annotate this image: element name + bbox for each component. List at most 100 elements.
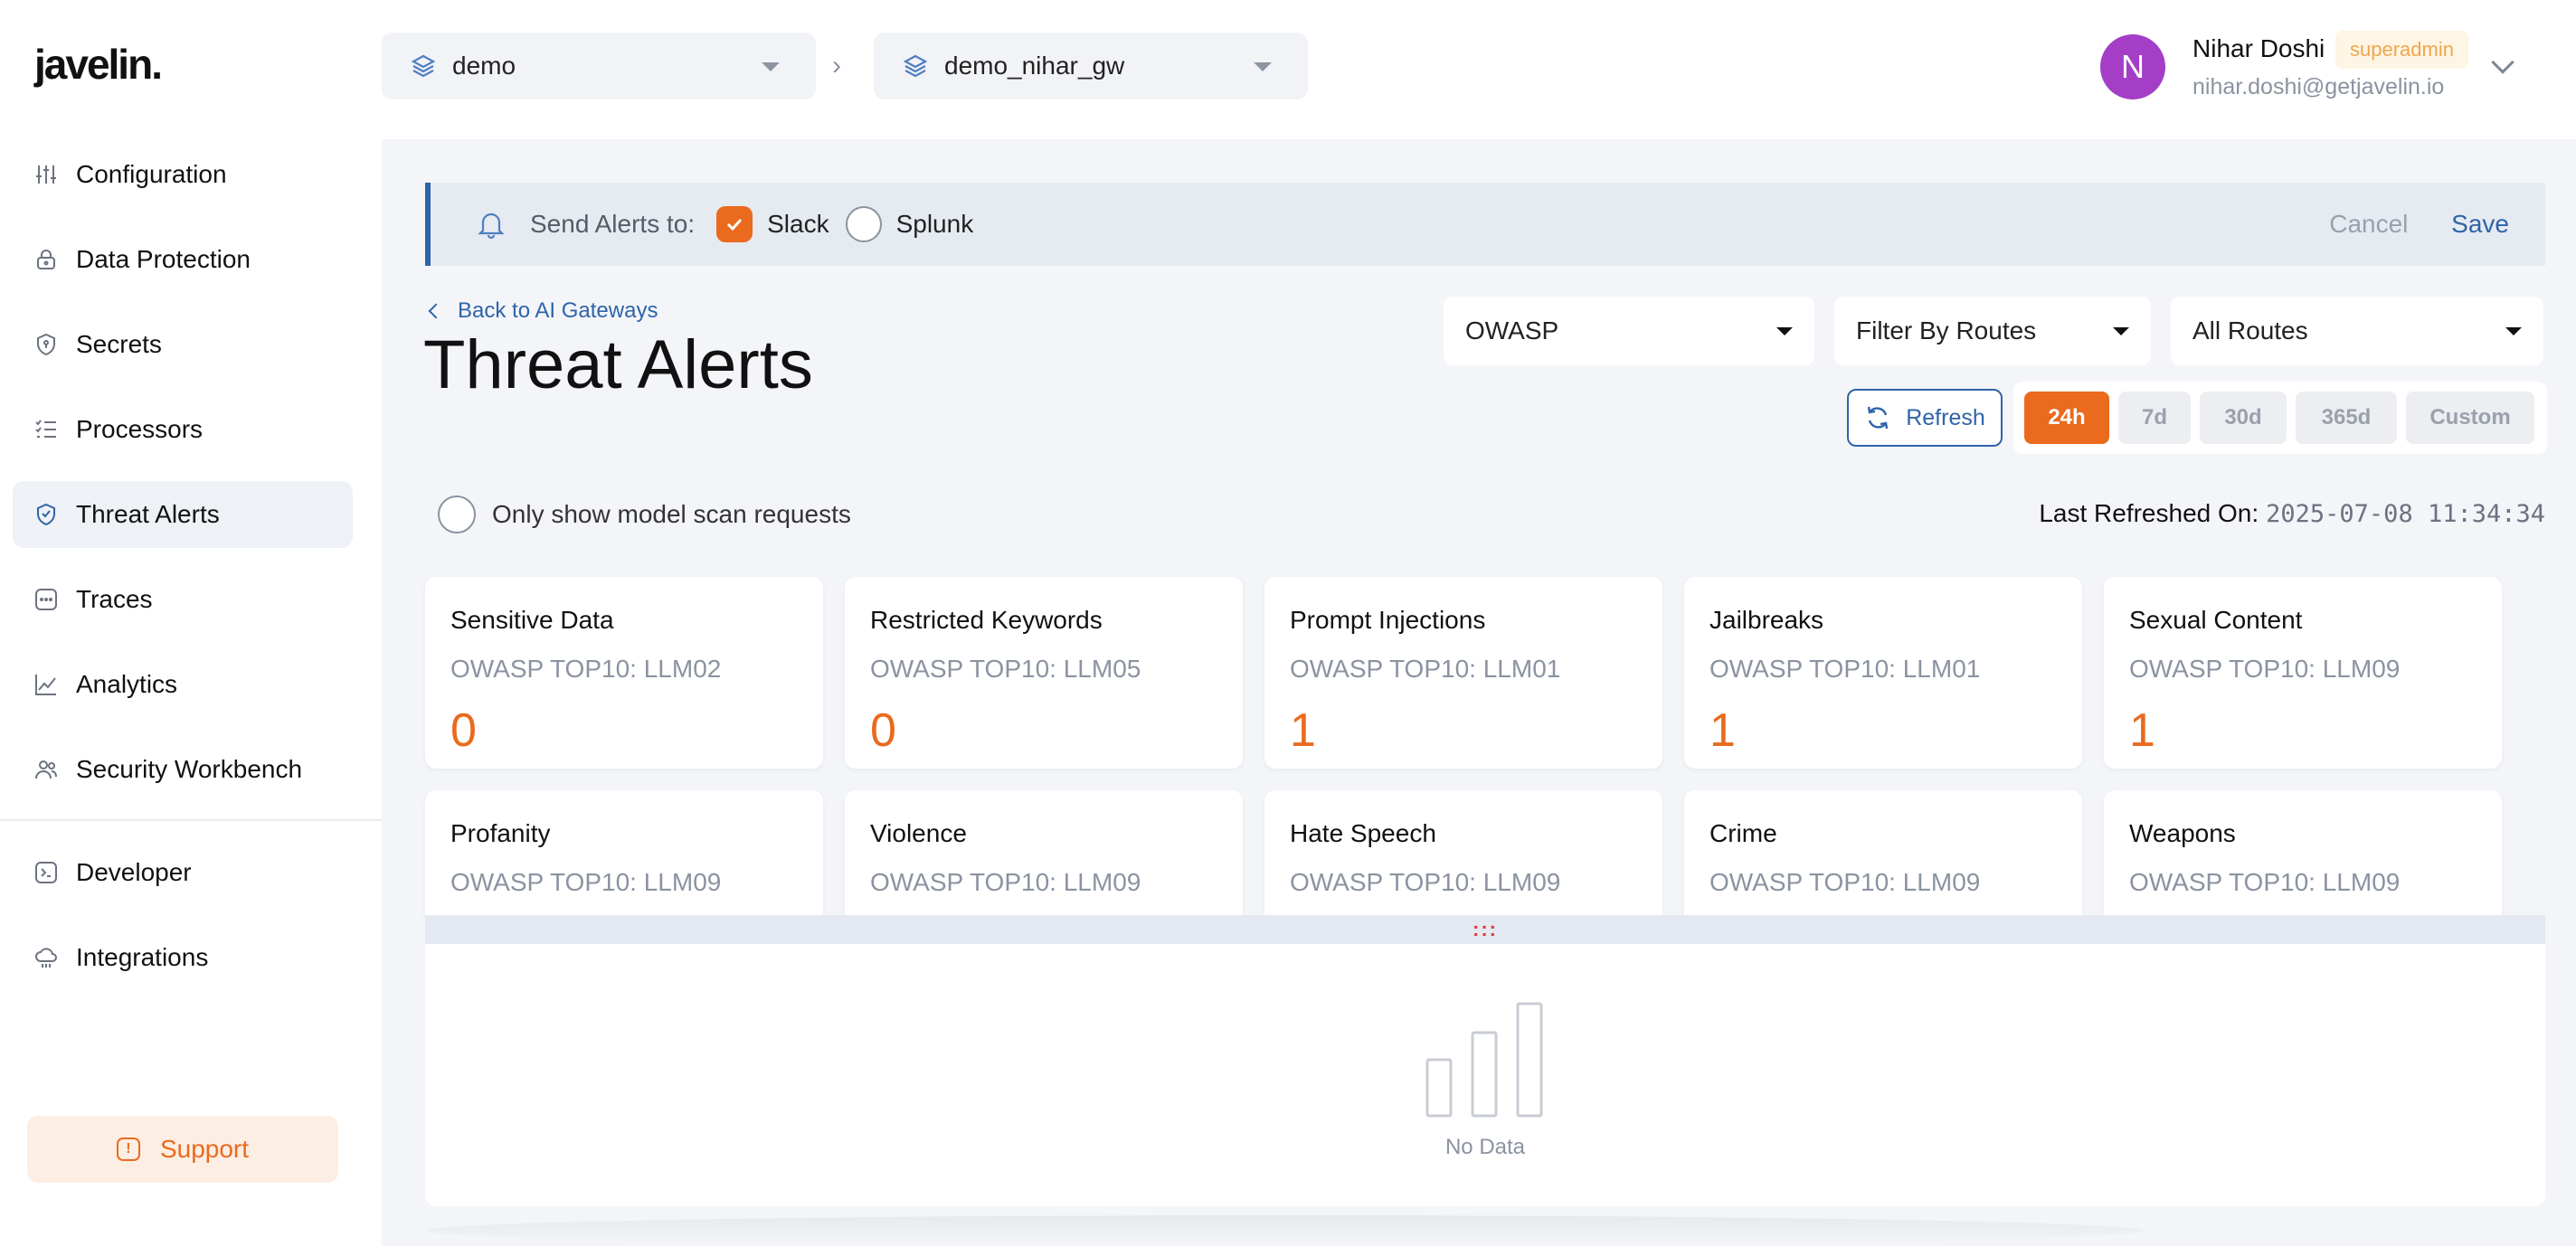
sidebar-item-secrets[interactable]: Secrets xyxy=(13,311,353,378)
banner-actions: Cancel Save xyxy=(2329,210,2509,239)
cloud-icon xyxy=(34,946,58,969)
filter-by-value: Filter By Routes xyxy=(1856,316,2037,345)
refresh-label: Refresh xyxy=(1906,404,1985,430)
sidebar-item-data-protection[interactable]: Data Protection xyxy=(13,226,353,293)
card-title: Profanity xyxy=(450,819,551,847)
support-button[interactable]: ! Support xyxy=(27,1116,338,1183)
gateway-selector[interactable]: demo_nihar_gw xyxy=(874,33,1308,99)
sidebar-item-analytics[interactable]: Analytics xyxy=(13,651,353,718)
sidebar-nav-secondary: Developer Integrations xyxy=(13,839,353,1009)
support-label: Support xyxy=(159,1135,250,1163)
range-custom-button[interactable]: Custom xyxy=(2406,392,2534,444)
sidebar-item-label: Data Protection xyxy=(76,245,251,273)
slack-checkbox[interactable] xyxy=(716,206,753,242)
stat-card-prompt-injections[interactable]: Prompt Injections OWASP TOP10: LLM01 1 xyxy=(1264,577,1662,769)
card-title: Sexual Content xyxy=(2129,606,2303,634)
chart-panel: No Data xyxy=(425,944,2545,1206)
card-count: 1 xyxy=(2129,704,2155,757)
cancel-button[interactable]: Cancel xyxy=(2329,210,2408,238)
sidebar-item-traces[interactable]: Traces xyxy=(13,566,353,633)
sidebar-item-processors[interactable]: Processors xyxy=(13,396,353,463)
bell-icon xyxy=(476,209,507,240)
chevron-right-icon: › xyxy=(832,51,841,80)
stat-card-profanity[interactable]: Profanity OWASP TOP10: LLM09 xyxy=(425,790,823,917)
lock-icon xyxy=(34,248,58,271)
sidebar-item-label: Processors xyxy=(76,415,204,443)
card-title: Violence xyxy=(870,819,967,847)
framework-dropdown[interactable]: OWASP xyxy=(1444,297,1814,365)
layers-icon xyxy=(903,53,928,79)
model-scan-toggle[interactable]: Only show model scan requests xyxy=(438,496,851,533)
last-refreshed: Last Refreshed On: 2025-07-08 11:34:34 xyxy=(2039,499,2545,528)
card-subtitle: OWASP TOP10: LLM09 xyxy=(2129,655,2401,683)
sidebar-item-label: Analytics xyxy=(76,670,178,698)
alerts-banner: Send Alerts to: Slack Splunk Cancel Save xyxy=(425,183,2545,266)
card-subtitle: OWASP TOP10: LLM02 xyxy=(450,655,722,683)
user-name: Nihar Doshi xyxy=(2192,34,2325,62)
refresh-button[interactable]: Refresh xyxy=(1847,389,2003,447)
splunk-checkbox[interactable] xyxy=(845,206,882,242)
sidebar-item-security-workbench[interactable]: Security Workbench xyxy=(13,736,353,803)
model-scan-checkbox[interactable] xyxy=(438,496,476,533)
avatar: N xyxy=(2100,34,2165,99)
chevron-down-icon xyxy=(762,62,780,71)
chevron-down-icon xyxy=(2505,327,2522,335)
role-badge: superadmin xyxy=(2335,31,2468,69)
line-chart-icon xyxy=(34,673,58,696)
range-30d-button[interactable]: 30d xyxy=(2200,392,2287,444)
routes-dropdown[interactable]: All Routes xyxy=(2171,297,2543,365)
last-refreshed-label: Last Refreshed On: xyxy=(2039,499,2259,527)
range-24h-button[interactable]: 24h xyxy=(2024,392,2109,444)
card-subtitle: OWASP TOP10: LLM09 xyxy=(1290,868,1561,896)
sidebar-item-label: Configuration xyxy=(76,160,227,188)
card-count: 1 xyxy=(1709,704,1736,757)
gateway-name: demo_nihar_gw xyxy=(944,52,1125,80)
range-7d-button[interactable]: 7d xyxy=(2118,392,2191,444)
sidebar-item-label: Integrations xyxy=(76,943,209,971)
time-range-group: 24h 7d 30d 365d Custom xyxy=(2013,382,2547,454)
stat-card-crime[interactable]: Crime OWASP TOP10: LLM09 xyxy=(1684,790,2082,917)
sidebar-item-configuration[interactable]: Configuration xyxy=(13,141,353,208)
sidebar-item-label: Developer xyxy=(76,858,192,886)
sidebar-item-developer[interactable]: Developer xyxy=(13,839,353,906)
sliders-icon xyxy=(34,163,58,186)
stat-card-jailbreaks[interactable]: Jailbreaks OWASP TOP10: LLM01 1 xyxy=(1684,577,2082,769)
card-subtitle: OWASP TOP10: LLM09 xyxy=(1709,868,1981,896)
save-button[interactable]: Save xyxy=(2451,210,2509,238)
back-link-label: Back to AI Gateways xyxy=(458,298,658,323)
sidebar-item-threat-alerts[interactable]: Threat Alerts xyxy=(13,481,353,548)
stat-card-violence[interactable]: Violence OWASP TOP10: LLM09 xyxy=(845,790,1243,917)
project-selector[interactable]: demo xyxy=(382,33,816,99)
card-title: Restricted Keywords xyxy=(870,606,1103,634)
topbar: demo › demo_nihar_gw N Nihar Doshi super… xyxy=(382,0,2576,139)
stat-card-sexual-content[interactable]: Sexual Content OWASP TOP10: LLM09 1 xyxy=(2104,577,2502,769)
chevron-down-icon xyxy=(2113,327,2129,335)
back-link[interactable]: Back to AI Gateways xyxy=(428,298,658,324)
card-subtitle: OWASP TOP10: LLM09 xyxy=(450,868,722,896)
send-alerts-label: Send Alerts to: xyxy=(530,210,696,238)
card-title: Prompt Injections xyxy=(1290,606,1486,634)
splunk-label: Splunk xyxy=(895,210,974,238)
stat-card-restricted-keywords[interactable]: Restricted Keywords OWASP TOP10: LLM05 0 xyxy=(845,577,1243,769)
chevron-down-icon[interactable] xyxy=(2491,51,2514,74)
sidebar: javelin. Configuration Data Protection S… xyxy=(0,0,382,1246)
chevron-down-icon xyxy=(1776,327,1793,335)
range-365d-button[interactable]: 365d xyxy=(2296,392,2397,444)
sidebar-item-label: Secrets xyxy=(76,330,162,358)
page-title: Threat Alerts xyxy=(423,326,813,403)
model-scan-label: Only show model scan requests xyxy=(492,500,851,528)
last-refreshed-value: 2025-07-08 11:34:34 xyxy=(2266,500,2545,528)
card-count: 0 xyxy=(450,704,477,757)
stat-card-hate-speech[interactable]: Hate Speech OWASP TOP10: LLM09 xyxy=(1264,790,1662,917)
chevron-left-icon xyxy=(428,303,444,319)
stat-card-sensitive-data[interactable]: Sensitive Data OWASP TOP10: LLM02 0 xyxy=(425,577,823,769)
card-title: Weapons xyxy=(2129,819,2236,847)
resize-handle[interactable]: ::: xyxy=(425,915,2545,944)
card-title: Hate Speech xyxy=(1290,819,1436,847)
card-title: Sensitive Data xyxy=(450,606,614,634)
sidebar-item-integrations[interactable]: Integrations xyxy=(13,924,353,991)
project-name: demo xyxy=(452,52,516,80)
card-subtitle: OWASP TOP10: LLM09 xyxy=(870,868,1141,896)
filter-by-routes-dropdown[interactable]: Filter By Routes xyxy=(1834,297,2151,365)
stat-card-weapons[interactable]: Weapons OWASP TOP10: LLM09 xyxy=(2104,790,2502,917)
